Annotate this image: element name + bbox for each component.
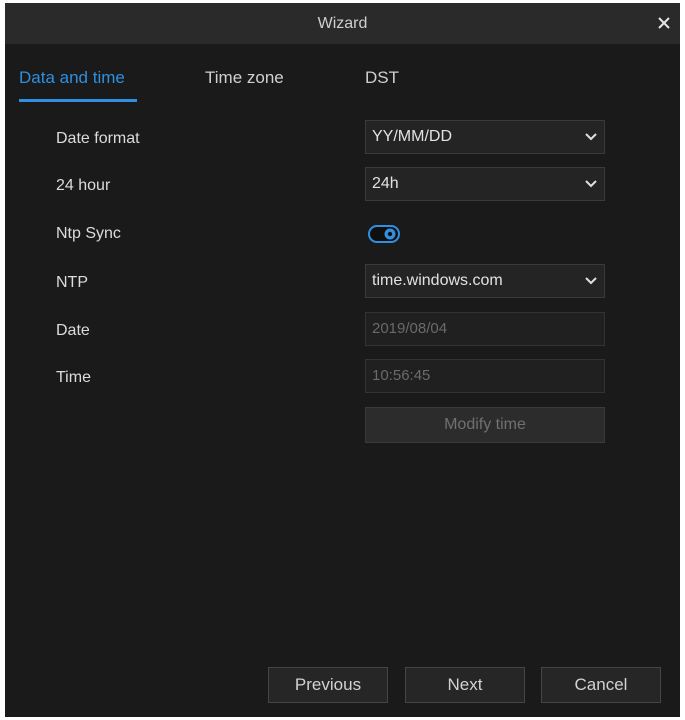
next-button[interactable]: Next	[405, 667, 525, 703]
modify-time-button[interactable]: Modify time	[365, 407, 605, 443]
previous-button[interactable]: Previous	[268, 667, 388, 703]
chevron-down-icon	[585, 277, 597, 285]
active-tab-indicator	[19, 99, 137, 102]
time-label: Time	[56, 369, 91, 386]
hour-format-value: 24h	[372, 175, 399, 192]
date-field[interactable]: 2019/08/04	[365, 312, 605, 346]
date-format-select[interactable]: YY/MM/DD	[365, 120, 605, 154]
wizard-dialog: Wizard Data and time Time zone DST Date …	[5, 3, 680, 717]
tab-bar: Data and time Time zone DST	[5, 61, 680, 105]
date-format-value: YY/MM/DD	[372, 128, 452, 145]
tab-time-zone[interactable]: Time zone	[205, 61, 284, 95]
hour-format-select[interactable]: 24h	[365, 167, 605, 201]
time-field[interactable]: 10:56:45	[365, 359, 605, 393]
close-icon[interactable]	[654, 13, 674, 33]
ntp-sync-label: Ntp Sync	[56, 225, 121, 242]
ntp-label: NTP	[56, 274, 88, 291]
window-title: Wizard	[317, 15, 368, 32]
chevron-down-icon	[585, 180, 597, 188]
date-value: 2019/08/04	[372, 320, 448, 337]
hour-format-label: 24 hour	[56, 177, 111, 194]
title-bar: Wizard	[5, 3, 680, 44]
chevron-down-icon	[585, 133, 597, 141]
cancel-button[interactable]: Cancel	[541, 667, 661, 703]
date-label: Date	[56, 322, 90, 339]
ntp-server-value: time.windows.com	[372, 272, 503, 289]
ntp-sync-toggle[interactable]	[368, 225, 400, 243]
tab-dst[interactable]: DST	[365, 61, 399, 95]
tab-date-and-time[interactable]: Data and time	[19, 61, 125, 95]
date-format-label: Date format	[56, 130, 140, 147]
time-value: 10:56:45	[372, 367, 431, 384]
ntp-server-select[interactable]: time.windows.com	[365, 264, 605, 298]
